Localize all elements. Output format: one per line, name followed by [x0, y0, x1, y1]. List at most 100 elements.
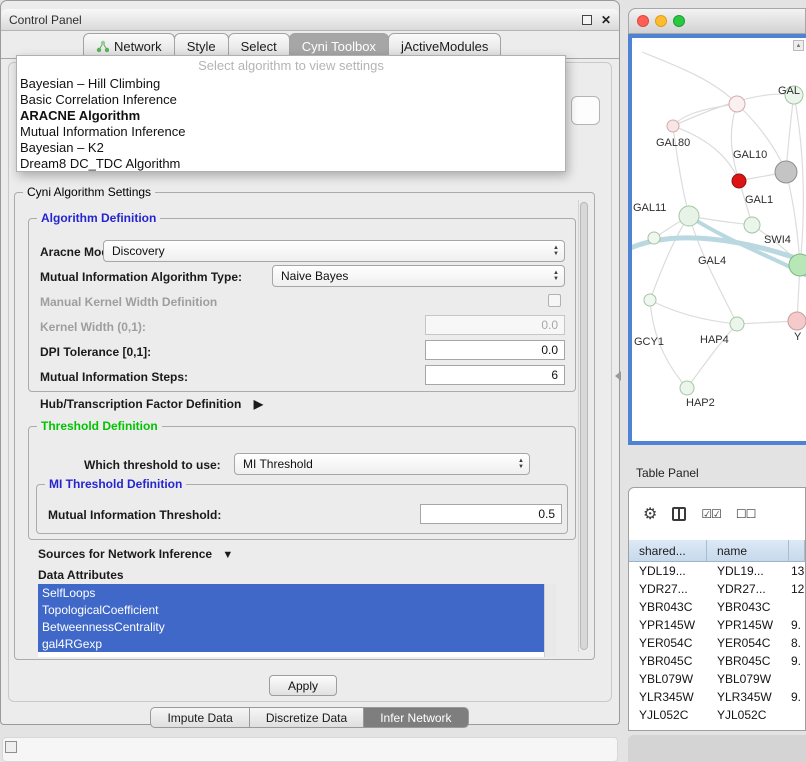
apply-button[interactable]: Apply — [269, 675, 337, 696]
network-node-labels: GAL GAL80 GAL10 GAL11 GAL1 SWI4 GAL4 GCY… — [633, 85, 802, 409]
dpi-tolerance-field[interactable]: 0.0 — [425, 340, 565, 360]
dpi-tolerance-label: DPI Tolerance [0,1]: — [40, 345, 151, 359]
node — [729, 96, 745, 112]
sources-toggle[interactable]: Sources for Network Inference ▼ — [38, 547, 233, 561]
menu-item[interactable]: Basic Correlation Inference — [17, 91, 565, 107]
canvas-scroll-button[interactable]: ▲ — [793, 40, 804, 51]
table-row[interactable]: YER054C YER054C 8. — [629, 634, 805, 652]
aracne-mode-select[interactable]: Discovery ▲▼ — [103, 240, 565, 262]
chevron-updown-icon: ▲▼ — [518, 458, 524, 470]
tab-label: Network — [114, 39, 162, 54]
column-header-name[interactable]: name — [707, 540, 789, 562]
list-scrollbar[interactable] — [544, 584, 556, 657]
bottom-tabbar: Impute Data Discretize Data Infer Networ… — [0, 707, 620, 728]
panel-tool-button[interactable] — [571, 96, 600, 125]
chevron-updown-icon: ▲▼ — [553, 245, 559, 257]
which-threshold-label: Which threshold to use: — [84, 458, 221, 472]
traffic-close-icon[interactable] — [637, 15, 649, 27]
selected-value: Discovery — [112, 244, 165, 258]
kernel-width-label: Kernel Width (0,1): — [40, 320, 146, 334]
kernel-width-field[interactable]: 0.0 — [425, 315, 565, 335]
mi-algorithm-type-select[interactable]: Naive Bayes ▲▼ — [272, 265, 565, 287]
tab-impute-data[interactable]: Impute Data — [150, 707, 249, 728]
table-row[interactable]: YDL19... YDL19... 13 — [629, 562, 805, 580]
mi-threshold-field[interactable]: 0.5 — [420, 504, 562, 524]
network-edges-thick — [632, 216, 806, 280]
select-all-checkboxes-icon[interactable]: ☑☑ — [701, 507, 721, 521]
mi-steps-field[interactable]: 6 — [425, 365, 565, 385]
dropdown-placeholder: Select algorithm to view settings — [17, 56, 565, 75]
mi-threshold-label: Mutual Information Threshold: — [48, 508, 221, 522]
list-item[interactable]: SelfLoops — [38, 584, 544, 601]
manual-kernel-width-checkbox[interactable] — [548, 294, 561, 307]
deselect-all-checkboxes-icon[interactable]: ☐☐ — [736, 507, 756, 521]
collapse-arrow-icon: ▶ — [254, 397, 263, 411]
node-label: HAP2 — [686, 397, 715, 409]
mi-steps-label: Mutual Information Steps: — [40, 370, 188, 384]
table-row[interactable]: YLR345W YLR345W 9. — [629, 688, 805, 706]
selected-value: Naive Bayes — [281, 269, 348, 283]
node-label: SWI4 — [764, 234, 791, 246]
which-threshold-select[interactable]: MI Threshold ▲▼ — [234, 453, 530, 475]
expand-arrow-icon: ▼ — [222, 549, 233, 561]
panel-splitter-handle[interactable] — [615, 371, 621, 381]
tab-label: Select — [241, 39, 277, 54]
mi-algorithm-type-label: Mutual Information Algorithm Type: — [40, 270, 242, 284]
tab-label: jActiveModules — [401, 39, 488, 54]
float-panel-icon[interactable] — [582, 15, 592, 25]
list-item[interactable]: gal4RGexp — [38, 635, 544, 652]
node — [730, 317, 744, 331]
tab-discretize-data[interactable]: Discretize Data — [249, 707, 364, 728]
network-canvas[interactable]: GAL GAL80 GAL10 GAL11 GAL1 SWI4 GAL4 GCY… — [632, 38, 806, 441]
close-icon[interactable]: ✕ — [601, 15, 611, 25]
hub-definition-toggle[interactable]: Hub/Transcription Factor Definition ▶ — [40, 397, 263, 411]
selected-value: MI Threshold — [243, 457, 313, 471]
tab-label: Style — [187, 39, 216, 54]
column-header-shared-name[interactable]: shared... — [629, 540, 707, 562]
menu-item-selected[interactable]: ARACNE Algorithm — [17, 107, 565, 123]
network-window-titlebar[interactable] — [628, 8, 806, 34]
list-item[interactable]: TopologicalCoefficient — [38, 601, 544, 618]
network-graph[interactable]: GAL GAL80 GAL10 GAL11 GAL1 SWI4 GAL4 GCY… — [632, 38, 806, 441]
tab-infer-network[interactable]: Infer Network — [363, 707, 468, 728]
node-label: Y — [794, 331, 802, 343]
tab-label: Cyni Toolbox — [302, 39, 376, 54]
columns-icon[interactable] — [672, 507, 686, 521]
data-attributes-list[interactable]: SelfLoops TopologicalCoefficient Between… — [38, 584, 556, 657]
control-panel-titlebar[interactable]: Control Panel ✕ — [1, 9, 619, 31]
data-attributes-label: Data Attributes — [38, 568, 124, 582]
table-toolbar: ⚙ ☑☑ ☐☐ — [629, 492, 805, 536]
menu-item[interactable]: Bayesian – Hill Climbing — [17, 75, 565, 91]
network-icon — [96, 40, 109, 53]
menu-item[interactable]: Bayesian – K2 — [17, 139, 565, 155]
table-row[interactable]: YBR045C YBR045C 9. — [629, 652, 805, 670]
menu-item[interactable]: Mutual Information Inference — [17, 123, 565, 139]
group-title: MI Threshold Definition — [45, 477, 186, 491]
settings-scrollbar[interactable] — [578, 200, 589, 652]
traffic-minimize-icon[interactable] — [655, 15, 667, 27]
column-header-cut[interactable] — [789, 540, 805, 562]
table-row[interactable]: YBR043C YBR043C — [629, 598, 805, 616]
table-row[interactable]: YJL052C YJL052C — [629, 706, 805, 724]
menu-item[interactable]: Dream8 DC_TDC Algorithm — [17, 155, 565, 171]
list-item[interactable]: BetweennessCentrality — [38, 618, 544, 635]
table-row[interactable]: YDR27... YDR27... 12 — [629, 580, 805, 598]
gear-icon[interactable]: ⚙ — [643, 504, 657, 524]
node-label: GAL80 — [656, 137, 690, 149]
node — [680, 381, 694, 395]
node — [744, 217, 760, 233]
table-body: YDL19... YDL19... 13 YDR27... YDR27... 1… — [629, 562, 805, 724]
node-label: GAL1 — [745, 194, 773, 206]
restore-panel-icon[interactable] — [5, 741, 17, 753]
traffic-zoom-icon[interactable] — [673, 15, 685, 27]
node-label: GAL11 — [633, 202, 666, 214]
node-green — [789, 254, 806, 276]
table-row[interactable]: YBL079W YBL079W — [629, 670, 805, 688]
chevron-updown-icon: ▲▼ — [553, 270, 559, 282]
node — [679, 206, 699, 226]
node-gal10 — [732, 174, 746, 188]
group-title: Threshold Definition — [37, 419, 162, 433]
table-row[interactable]: YPR145W YPR145W 9. — [629, 616, 805, 634]
scrollbar-thumb[interactable] — [580, 202, 588, 650]
control-panel-title: Control Panel — [9, 13, 82, 27]
